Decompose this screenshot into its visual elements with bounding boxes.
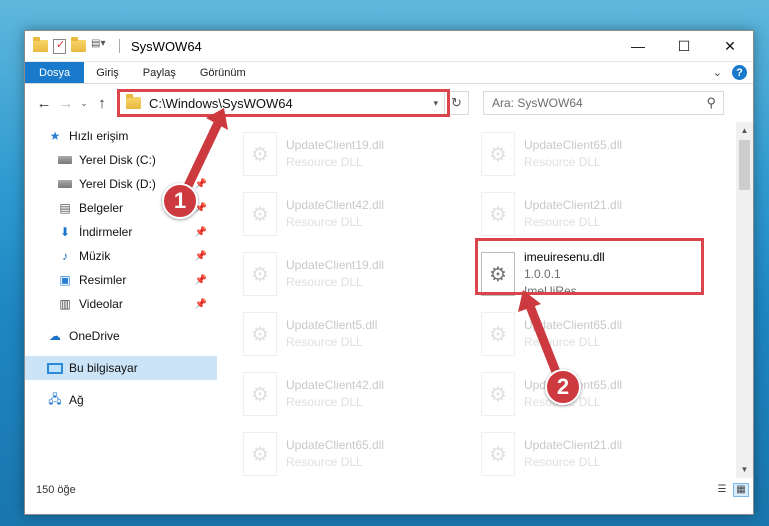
arrow-to-address-bar xyxy=(183,116,224,191)
annotation-arrows xyxy=(183,108,561,377)
arrow-to-file xyxy=(525,301,561,377)
annotation-badge-1: 1 xyxy=(162,183,198,219)
annotation-badge-2: 2 xyxy=(545,369,581,405)
